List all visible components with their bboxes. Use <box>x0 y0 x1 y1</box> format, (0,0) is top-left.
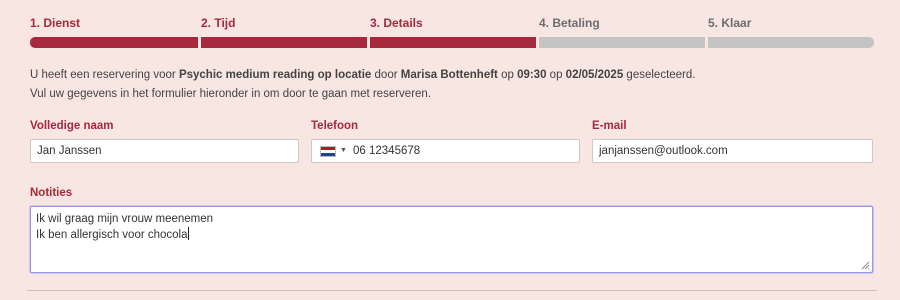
step-progress-bar <box>539 37 705 48</box>
step-label: 4. Betaling <box>539 16 600 30</box>
email-value: janjanssen@outlook.com <box>599 145 728 157</box>
booking-summary-line: U heeft een reservering voor Psychic med… <box>30 66 695 85</box>
provider-name: Marisa Bottenheft <box>400 69 498 81</box>
step-progress-bar <box>370 37 536 48</box>
notes-line-with-cursor: Ik ben allergisch voor chocola <box>36 227 867 243</box>
caret-down-icon[interactable]: ▼ <box>340 140 347 162</box>
step-label: 3. Details <box>370 16 423 30</box>
netherlands-flag-icon[interactable] <box>320 146 336 157</box>
notes-label: Notities <box>30 187 73 199</box>
phone-label: Telefoon <box>311 120 359 132</box>
step-label: 2. Tijd <box>201 16 236 30</box>
booking-summary: U heeft een reservering voor Psychic med… <box>30 66 695 103</box>
notes-line: Ik wil graag mijn vrouw meenemen <box>36 213 214 225</box>
summary-text: U heeft een reservering voor <box>30 69 179 81</box>
booking-time: 09:30 <box>517 69 547 81</box>
summary-text: op <box>546 69 566 81</box>
email-label: E-mail <box>592 120 627 132</box>
full-name-input[interactable]: Jan Janssen <box>30 139 299 163</box>
full-name-value: Jan Janssen <box>37 145 102 157</box>
summary-text: op <box>497 69 518 81</box>
notes-textarea[interactable]: Ik wil graag mijn vrouw meenemen Ik ben … <box>30 206 873 273</box>
booking-date: 02/05/2025 <box>565 69 624 81</box>
step-progress-bar <box>30 37 198 48</box>
form-instruction: Vul uw gegevens in het formulier hierond… <box>30 87 432 100</box>
summary-text: geselecteerd. <box>623 69 696 81</box>
step-progress-bar <box>708 37 874 48</box>
email-input[interactable]: janjanssen@outlook.com <box>592 139 873 163</box>
step-label: 1. Dienst <box>30 16 81 30</box>
text-cursor <box>187 227 189 240</box>
step-label: 5. Klaar <box>708 16 752 30</box>
phone-input[interactable]: ▼ 06 12345678 <box>311 139 580 163</box>
resize-handle-icon[interactable] <box>861 261 870 270</box>
step-progress-bar <box>201 37 367 48</box>
notes-line-text: Ik ben allergisch voor chocola <box>36 229 188 241</box>
section-divider <box>27 290 877 291</box>
service-name: Psychic medium reading op locatie <box>178 69 372 81</box>
summary-text: door <box>371 69 401 81</box>
full-name-label: Volledige naam <box>30 120 114 132</box>
booking-progress-steps: 1. Dienst 2. Tijd 3. Details 4. Betaling… <box>30 0 874 50</box>
phone-value: 06 12345678 <box>353 145 421 157</box>
